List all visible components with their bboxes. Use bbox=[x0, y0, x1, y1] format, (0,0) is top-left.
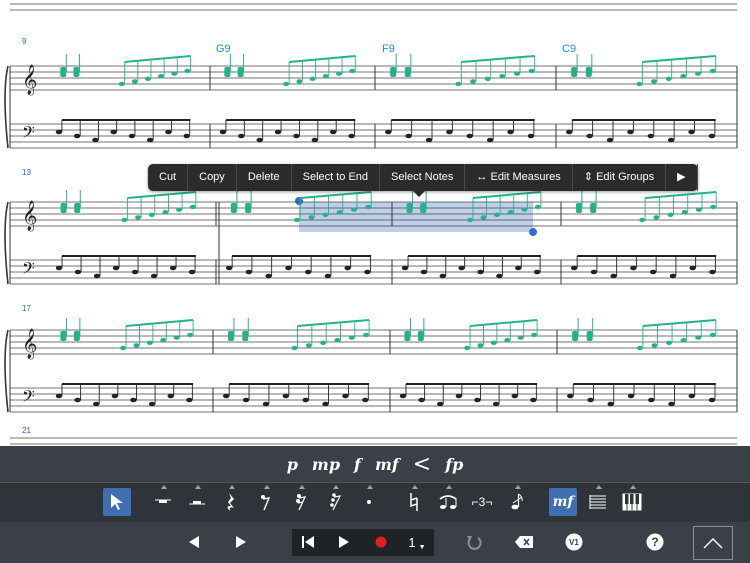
svg-text:𝄞: 𝄞 bbox=[22, 200, 37, 232]
count-in-selector[interactable]: 1 ▼ bbox=[404, 530, 430, 554]
chord-symbol-g9: G9 bbox=[216, 43, 231, 55]
selection-end-handle[interactable] bbox=[529, 228, 537, 236]
tie-icon[interactable] bbox=[434, 485, 462, 516]
staff-lines-icon[interactable] bbox=[584, 485, 612, 516]
help-label: ? bbox=[651, 535, 658, 549]
menu-edit-groups[interactable]: ⇕ Edit Groups bbox=[573, 164, 667, 191]
whole-rest-icon[interactable] bbox=[149, 485, 177, 516]
backspace-delete-icon[interactable] bbox=[512, 530, 536, 554]
menu-select-to-end[interactable]: Select to End bbox=[292, 164, 381, 191]
previous-arrow-icon[interactable] bbox=[183, 530, 205, 554]
expand-panel-button[interactable] bbox=[693, 526, 733, 560]
dynamic-mp[interactable]: mp bbox=[312, 455, 340, 474]
menu-select-notes[interactable]: Select Notes bbox=[380, 164, 466, 191]
note-toolbar: ⌐3¬ mf bbox=[0, 482, 750, 522]
score-canvas: 𝄞 𝄢 𝄞 𝄢 𝄞 𝄢 9 13 17 21 G9 F9 C9 bbox=[4, 3, 738, 445]
measure-number-13: 13 bbox=[22, 168, 31, 177]
quarter-rest-icon[interactable] bbox=[217, 485, 245, 516]
dynamic-fp[interactable]: fp bbox=[445, 455, 463, 474]
voice-selector[interactable]: V1 bbox=[562, 530, 586, 554]
grace-note-icon[interactable] bbox=[503, 485, 531, 516]
sixteenth-rest-icon[interactable] bbox=[287, 485, 315, 516]
crescendo-hairpin[interactable]: < bbox=[413, 452, 431, 477]
menu-cut[interactable]: Cut bbox=[148, 164, 189, 191]
measure-number-17: 17 bbox=[22, 304, 31, 313]
piano-keyboard-icon[interactable] bbox=[618, 485, 646, 516]
skip-to-start-icon[interactable] bbox=[296, 530, 320, 554]
svg-text:𝄢: 𝄢 bbox=[22, 386, 35, 410]
menu-more-arrow[interactable]: ▶ bbox=[666, 164, 698, 191]
svg-text:𝄞: 𝄞 bbox=[22, 328, 37, 360]
help-button[interactable]: ? bbox=[643, 530, 667, 554]
svg-text:𝄞: 𝄞 bbox=[22, 64, 37, 96]
menu-copy[interactable]: Copy bbox=[188, 164, 237, 191]
select-pointer-icon[interactable] bbox=[103, 488, 131, 516]
next-arrow-icon[interactable] bbox=[230, 530, 252, 554]
context-menu: Cut Copy Delete Select to End Select Not… bbox=[148, 164, 698, 197]
thirtysecond-rest-icon[interactable] bbox=[321, 485, 349, 516]
dropdown-caret-icon: ▼ bbox=[418, 543, 426, 551]
half-rest-icon[interactable] bbox=[183, 485, 211, 516]
tuplet-icon[interactable]: ⌐3¬ bbox=[468, 488, 496, 516]
dynamic-mf[interactable]: mf bbox=[375, 455, 399, 474]
play-icon[interactable] bbox=[332, 530, 356, 554]
svg-text:𝄢: 𝄢 bbox=[22, 258, 35, 282]
dynamics-toolbar: p mp f mf < fp bbox=[0, 446, 750, 482]
score-view[interactable]: 𝄞 𝄢 𝄞 𝄢 𝄞 𝄢 9 13 17 21 G9 F9 C9 bbox=[0, 0, 750, 446]
dot-icon[interactable] bbox=[355, 485, 383, 516]
eighth-rest-icon[interactable] bbox=[252, 485, 280, 516]
record-icon[interactable] bbox=[369, 530, 393, 554]
measure-number-9: 9 bbox=[22, 37, 27, 46]
measure-number-21: 21 bbox=[22, 426, 31, 435]
menu-delete[interactable]: Delete bbox=[237, 164, 292, 191]
selection-region[interactable] bbox=[299, 202, 533, 232]
chord-symbol-c9: C9 bbox=[562, 43, 576, 55]
undo-icon[interactable] bbox=[462, 530, 486, 554]
menu-pointer bbox=[412, 190, 426, 197]
count-in-value: 1 bbox=[408, 534, 416, 550]
chord-symbol-f9: F9 bbox=[382, 43, 395, 55]
dynamic-p[interactable]: p bbox=[287, 455, 298, 474]
dynamics-mode-button[interactable]: mf bbox=[549, 488, 577, 516]
menu-edit-measures[interactable]: ↔ Edit Measures bbox=[465, 164, 573, 191]
natural-icon[interactable] bbox=[400, 485, 428, 516]
voice-label: V1 bbox=[569, 538, 579, 547]
dynamic-f[interactable]: f bbox=[354, 455, 361, 474]
svg-text:𝄢: 𝄢 bbox=[22, 122, 35, 146]
